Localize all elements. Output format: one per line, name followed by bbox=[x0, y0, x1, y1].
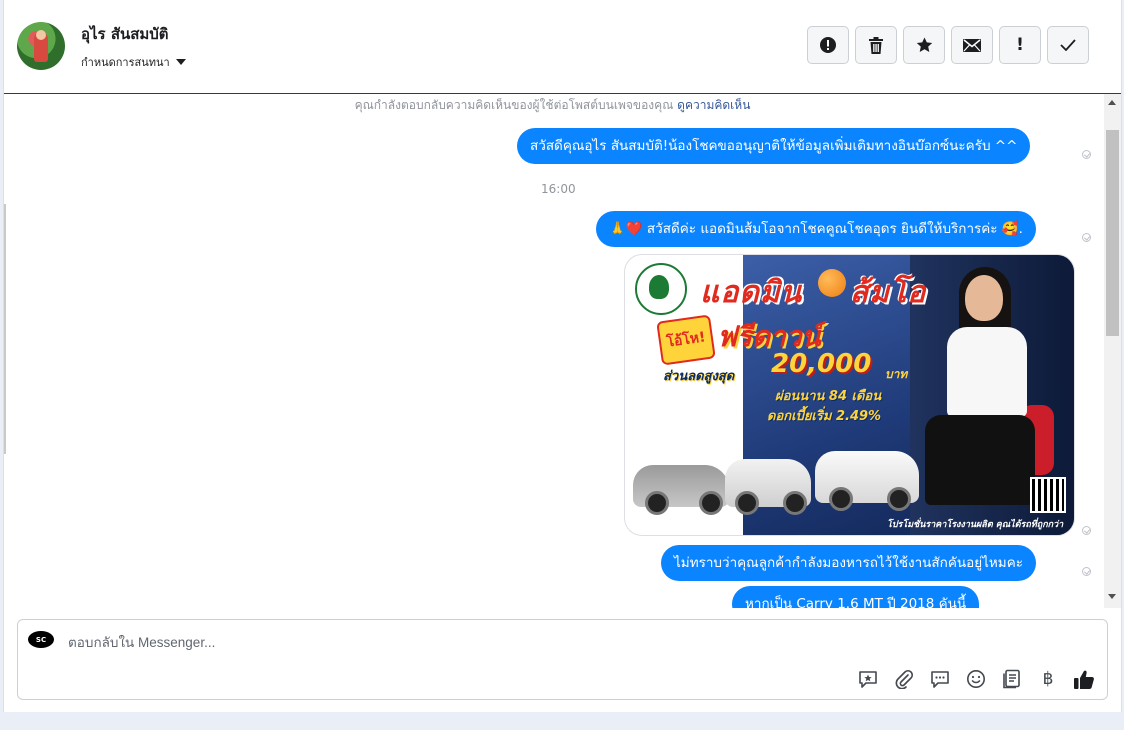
seen-check-icon bbox=[1082, 150, 1091, 159]
attachment-icon bbox=[895, 669, 914, 689]
promo-discount-label: ส่วนลดสูงสุด bbox=[663, 369, 735, 384]
promo-car-pickup bbox=[725, 459, 811, 515]
message-thread: คุณกำลังตอบกลับความคิดเห็นของผู้ใช้ต่อโพ… bbox=[4, 94, 1121, 608]
contact-name[interactable]: อุไร สันสมบัติ bbox=[81, 22, 169, 46]
envelope-icon bbox=[963, 38, 981, 52]
promo-tagline: โปรโมชั่นราคาโรงงานผลิต คุณได้รถที่ถูกกว… bbox=[887, 520, 1064, 530]
like-button[interactable] bbox=[1071, 666, 1097, 692]
checkmark-icon bbox=[1060, 39, 1076, 51]
star-button[interactable] bbox=[903, 26, 945, 64]
reply-input[interactable] bbox=[66, 630, 770, 654]
notice-text: คุณกำลังตอบกลับความคิดเห็นของผู้ใช้ต่อโพ… bbox=[354, 98, 674, 112]
message-bubble[interactable]: ไม่ทราบว่าคุณลูกค้ากำลังมองหารถไว้ใช้งาน… bbox=[661, 545, 1036, 581]
promo-person-head bbox=[965, 275, 1003, 321]
attach-file-button[interactable] bbox=[891, 666, 917, 692]
emoji-icon bbox=[967, 670, 985, 688]
notes-icon bbox=[1003, 669, 1020, 689]
conversation-header: อุไร สันสมบัติ กำหนดการสนทนา ! bbox=[4, 0, 1121, 94]
qr-code-icon bbox=[1030, 477, 1066, 513]
chat-options-button[interactable] bbox=[927, 666, 953, 692]
message-bubble[interactable]: หากเป็น Carry 1.6 MT ปี 2018 คันนี้ bbox=[732, 586, 980, 608]
page-avatar: SC bbox=[28, 631, 54, 648]
promo-discount-unit: บาท bbox=[885, 367, 908, 381]
composer-toolbar: ฿ bbox=[855, 666, 1097, 692]
trailing-emoji: 🥰. bbox=[1001, 221, 1023, 237]
promo-car-truck bbox=[815, 451, 919, 511]
promo-interest: ดอกเบี้ยเริ่ม 2.49% bbox=[767, 409, 882, 424]
promo-person-body bbox=[947, 327, 1027, 417]
comment-reply-notice: คุณกำลังตอบกลับความคิดเห็นของผู้ใช้ต่อโพ… bbox=[4, 96, 1101, 115]
chat-bubble-icon bbox=[931, 670, 949, 688]
avatar-face bbox=[36, 30, 46, 40]
conversation-settings-dropdown[interactable]: กำหนดการสนทนา bbox=[81, 53, 186, 71]
promo-car-sedan bbox=[633, 465, 729, 515]
leading-emoji: 🙏❤️ bbox=[609, 221, 643, 237]
reply-composer: SC ตอบกลับใน Messenger... ฿ bbox=[17, 619, 1108, 700]
left-scroll-indicator bbox=[4, 204, 6, 454]
caret-down-icon bbox=[175, 59, 186, 65]
mark-done-button[interactable] bbox=[1047, 26, 1089, 64]
scroll-up-arrow-icon[interactable] bbox=[1108, 100, 1116, 105]
trash-icon bbox=[869, 36, 883, 54]
saved-reply-button[interactable] bbox=[855, 666, 881, 692]
seen-check-icon bbox=[1082, 567, 1091, 576]
scrollbar-thumb[interactable] bbox=[1106, 130, 1119, 336]
conversation-toolbar: ! bbox=[807, 26, 1089, 64]
message-text: หากเป็น Carry 1.6 MT ปี 2018 คันนี้ bbox=[745, 596, 967, 608]
promo-headline-name: ส้มโอ bbox=[850, 275, 927, 310]
promo-installment: ผ่อนนาน 84 เดือน bbox=[775, 389, 882, 404]
view-comment-link[interactable]: ดูความคิดเห็น bbox=[677, 98, 750, 112]
delete-button[interactable] bbox=[855, 26, 897, 64]
follow-up-button[interactable]: ! bbox=[999, 26, 1041, 64]
emoji-button[interactable] bbox=[963, 666, 989, 692]
message-bubble[interactable]: 🙏❤️ สวัสดีค่ะ แอดมินส้มโอจากโชคคูณโชคอุด… bbox=[596, 211, 1036, 247]
message-bubble[interactable]: สวัสดีคุณอุไร สันสมบัติ!น้องโชคขออนุญาติ… bbox=[517, 128, 1031, 164]
conversation-settings-label: กำหนดการสนทนา bbox=[81, 56, 170, 69]
dealer-logo-icon bbox=[635, 263, 687, 315]
promo-person-legs bbox=[925, 415, 1035, 505]
promo-image[interactable]: แอดมิน ส้มโอ โอ้โห! ฟรีดาวน์ ส่วนลดสูงสุ… bbox=[624, 254, 1075, 536]
message-text: ไม่ทราบว่าคุณลูกค้ากำลังมองหารถไว้ใช้งาน… bbox=[674, 555, 1023, 571]
star-icon bbox=[916, 37, 932, 52]
promo-badge: โอ้โห! bbox=[656, 314, 716, 366]
notes-button[interactable] bbox=[999, 666, 1025, 692]
message-timestamp: 16:00 bbox=[541, 182, 576, 196]
seen-check-icon bbox=[1082, 233, 1091, 242]
promo-headline: แอดมิน bbox=[700, 275, 803, 310]
scroll-down-arrow-icon[interactable] bbox=[1108, 594, 1116, 599]
contact-avatar[interactable] bbox=[17, 22, 65, 70]
mark-spam-button[interactable] bbox=[807, 26, 849, 64]
payment-button[interactable]: ฿ bbox=[1035, 666, 1061, 692]
saved-reply-icon bbox=[859, 670, 877, 688]
seen-check-icon bbox=[1082, 526, 1091, 535]
message-text: สวัสดีค่ะ แอดมินส้มโอจากโชคคูณโชคอุดร ยิ… bbox=[646, 221, 998, 237]
message-text: สวัสดีคุณอุไร สันสมบัติ!น้องโชคขออนุญาติ… bbox=[530, 138, 1018, 154]
orange-icon bbox=[818, 269, 846, 297]
inbox-conversation-panel: อุไร สันสมบัติ กำหนดการสนทนา ! คุณกำลังต… bbox=[3, 0, 1122, 712]
baht-icon: ฿ bbox=[1042, 669, 1054, 689]
alert-circle-icon bbox=[820, 37, 836, 53]
thread-scrollbar[interactable] bbox=[1104, 94, 1121, 608]
thumbs-up-icon bbox=[1074, 670, 1094, 689]
promo-discount-amount: 20,000 bbox=[771, 349, 872, 379]
exclamation-icon: ! bbox=[1016, 35, 1024, 55]
mark-unread-button[interactable] bbox=[951, 26, 993, 64]
